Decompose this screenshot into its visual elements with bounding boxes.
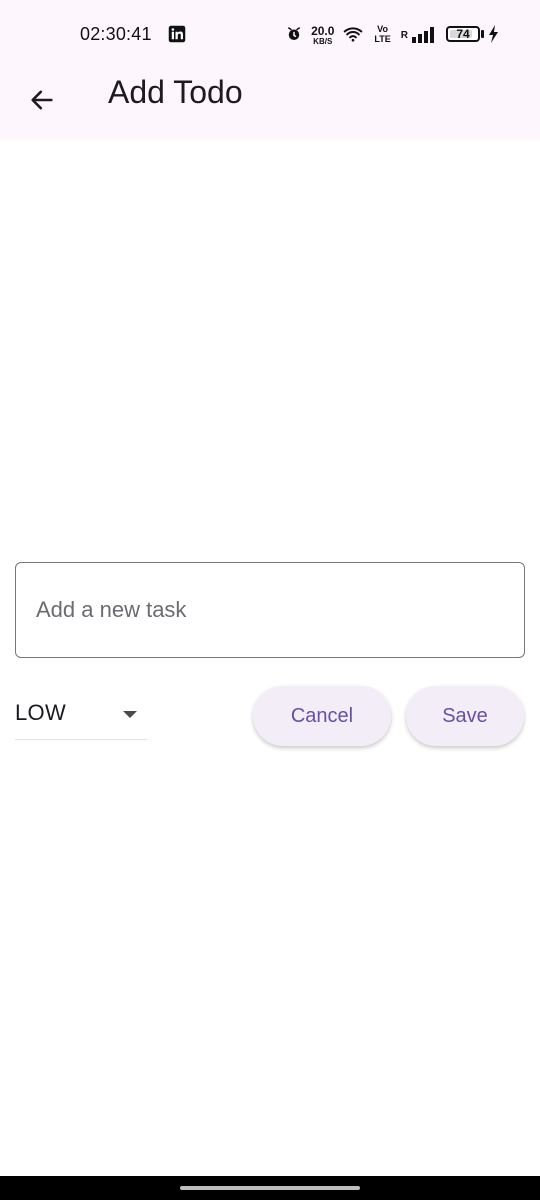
signal-strength: R [401, 25, 438, 43]
network-speed-unit: KB/S [313, 36, 333, 46]
status-icons: 20.0 KB/S Vo LTE R 74 [285, 20, 500, 48]
top-app-area: 02:30:41 20.0 KB/S Vo LTE R 74 Add Todo [0, 0, 540, 140]
status-time: 02:30:41 [80, 24, 152, 44]
alarm-icon [288, 27, 301, 40]
status-bar: 02:30:41 20.0 KB/S Vo LTE R 74 [0, 0, 540, 68]
task-input-field[interactable] [15, 562, 525, 658]
task-input[interactable] [34, 596, 524, 624]
arrow-left-icon [31, 90, 53, 110]
wifi-icon [344, 27, 363, 42]
signal-icon [412, 27, 434, 43]
back-button[interactable] [20, 78, 64, 122]
battery-body: 74 [446, 26, 480, 42]
dropdown-caret-icon [123, 711, 137, 718]
battery-percent: 74 [456, 27, 470, 41]
priority-selected-value: LOW [15, 699, 67, 725]
system-navigation-bar [0, 1176, 540, 1200]
network-speed: 20.0 KB/S [311, 25, 334, 46]
home-gesture-handle[interactable] [180, 1186, 360, 1190]
cancel-button[interactable]: Cancel [253, 686, 391, 746]
linkedin-icon [168, 25, 186, 43]
volte-indicator: Vo LTE [374, 23, 391, 44]
network-speed-value: 20.0 [311, 23, 335, 38]
battery-tip [481, 30, 484, 38]
charging-icon [489, 25, 498, 43]
battery-icon: 74 [446, 25, 500, 43]
app-bar: Add Todo [0, 68, 540, 124]
save-button[interactable]: Save [406, 686, 524, 746]
page-title: Add Todo [108, 74, 243, 110]
roaming-indicator: R [400, 30, 408, 41]
volte-bottom: LTE [374, 33, 391, 44]
volte-top: Vo [377, 23, 389, 34]
priority-dropdown[interactable]: LOW [15, 692, 147, 740]
